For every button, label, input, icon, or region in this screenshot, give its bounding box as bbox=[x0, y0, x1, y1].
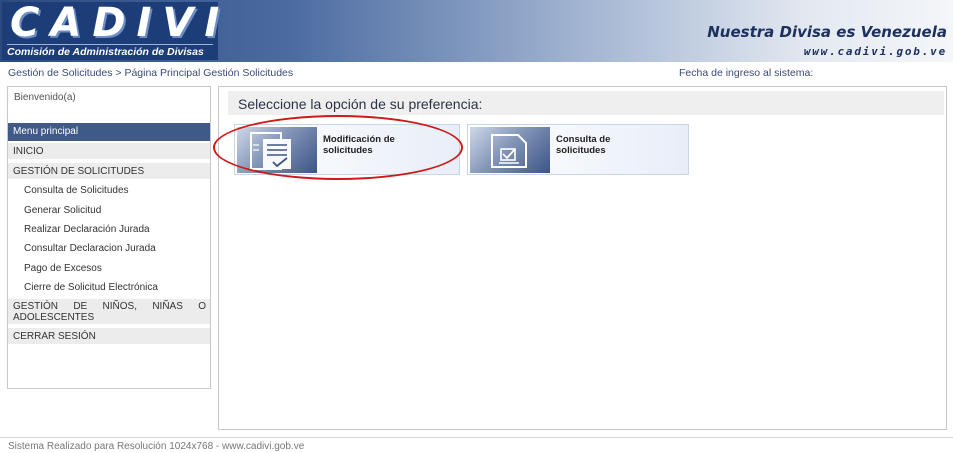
site-url: www.cadivi.gob.ve bbox=[803, 45, 947, 58]
main-panel: Seleccione la opción de su preferencia: … bbox=[218, 86, 947, 430]
sidebar-item-generar-solicitud[interactable]: Generar Solicitud bbox=[24, 205, 101, 216]
footer-divider bbox=[0, 437, 953, 438]
document-edit-icon bbox=[237, 127, 317, 173]
option-label: Modificación de solicitudes bbox=[323, 134, 395, 156]
option-modificacion-solicitudes[interactable]: Modificación de solicitudes bbox=[234, 124, 460, 175]
sidebar-item-cerrar-sesion[interactable]: CERRAR SESIÓN bbox=[8, 328, 210, 345]
page-title: Seleccione la opción de su preferencia: bbox=[238, 96, 483, 112]
slogan: Nuestra Divisa es Venezuela bbox=[707, 23, 947, 41]
logo-text: CADIVI bbox=[10, 0, 231, 46]
menu-title: Menu principal bbox=[8, 123, 210, 141]
option-label: Consulta de solicitudes bbox=[556, 134, 611, 156]
logo-divider bbox=[7, 44, 213, 45]
welcome-text: Bienvenido(a) bbox=[14, 92, 76, 103]
sidebar-item-consultar-declaracion[interactable]: Consultar Declaracion Jurada bbox=[24, 243, 156, 254]
entry-date-label: Fecha de ingreso al sistema: bbox=[679, 67, 814, 79]
sidebar-item-cierre-solicitud[interactable]: Cierre de Solicitud Electrónica bbox=[24, 282, 158, 293]
sidebar-section-gestion[interactable]: GESTIÓN DE SOLICITUDES bbox=[8, 163, 210, 180]
footer-text: Sistema Realizado para Resolución 1024x7… bbox=[8, 441, 305, 452]
header-banner: CADIVI Comisión de Administración de Div… bbox=[0, 0, 953, 62]
option-consulta-solicitudes[interactable]: Consulta de solicitudes bbox=[467, 124, 689, 175]
cadivi-logo[interactable]: CADIVI Comisión de Administración de Div… bbox=[2, 0, 219, 60]
sidebar-item-consulta-solicitudes[interactable]: Consulta de Solicitudes bbox=[24, 185, 129, 196]
main-header: Seleccione la opción de su preferencia: bbox=[228, 91, 944, 115]
logo-subtitle: Comisión de Administración de Divisas bbox=[7, 46, 204, 58]
sidebar-item-inicio[interactable]: INICIO bbox=[8, 143, 210, 160]
breadcrumb: Gestión de Solicitudes > Página Principa… bbox=[8, 67, 294, 79]
sidebar-item-pago-excesos[interactable]: Pago de Excesos bbox=[24, 263, 102, 274]
sidebar-section-ninos[interactable]: GESTIÓN DE NIÑOS, NIÑAS O ADOLESCENTES bbox=[8, 299, 210, 325]
sidebar: Bienvenido(a) Menu principal INICIO GEST… bbox=[7, 86, 211, 389]
sidebar-item-realizar-declaracion[interactable]: Realizar Declaración Jurada bbox=[24, 224, 150, 235]
checkbox-document-icon bbox=[470, 127, 550, 173]
